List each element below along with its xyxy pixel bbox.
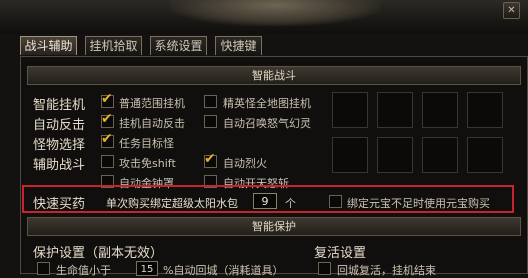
- skill-slot[interactable]: [467, 92, 503, 128]
- label-yuanbao-fallback: 绑定元宝不足时使用元宝购买: [347, 197, 490, 210]
- label-auto-fire: 自动烈火: [223, 157, 267, 170]
- row-label-auto-hang: 智能挂机: [33, 98, 86, 113]
- checkbox-yuanbao-fallback[interactable]: [329, 195, 342, 208]
- section-smart-combat: 智能战斗: [27, 66, 521, 85]
- label-task-target-monster: 任务目标怪: [119, 137, 174, 150]
- label-auto-summon-wrath: 自动召唤怒气幻灵: [223, 117, 311, 130]
- checkbox-elite-full-map-hang[interactable]: [204, 95, 217, 108]
- label-attack-no-shift: 攻击免shift: [119, 157, 176, 170]
- skill-slot[interactable]: [467, 137, 503, 173]
- section-smart-protect: 智能保护: [27, 217, 521, 236]
- checkbox-task-target-monster[interactable]: [101, 131, 114, 148]
- skill-slot[interactable]: [422, 137, 458, 173]
- tab-system-settings[interactable]: 系统设置: [150, 36, 207, 55]
- tab-pickup[interactable]: 挂机拾取: [85, 36, 142, 55]
- row-label-assist-combat: 辅助战斗: [33, 158, 86, 173]
- checkbox-attack-no-shift[interactable]: [101, 155, 114, 168]
- label-hp-below: 生命值小于: [56, 264, 111, 277]
- row-label-quick-buy: 快速买药: [33, 197, 86, 212]
- checkbox-hang-auto-counter[interactable]: [101, 111, 114, 128]
- checkbox-auto-summon-wrath[interactable]: [204, 115, 217, 128]
- row-label-monster-select: 怪物选择: [33, 138, 86, 153]
- tab-hotkeys[interactable]: 快捷键: [215, 36, 262, 55]
- skill-slot[interactable]: [332, 92, 368, 128]
- quick-buy-quantity-input[interactable]: 9: [253, 193, 277, 209]
- label-normal-range-hang: 普通范围挂机: [119, 97, 185, 110]
- label-hp-action: %自动回城（消耗道具）: [163, 264, 284, 277]
- checkbox-auto-fire[interactable]: [204, 151, 217, 168]
- tab-combat-assist[interactable]: 战斗辅助: [20, 36, 77, 55]
- label-hang-auto-counter: 挂机自动反击: [119, 117, 185, 130]
- skill-slot[interactable]: [377, 92, 413, 128]
- revive-settings-title: 复活设置: [314, 246, 367, 261]
- label-revive-return: 回城复活，挂机结束: [337, 264, 436, 277]
- skill-slot[interactable]: [377, 137, 413, 173]
- protect-settings-title: 保护设置（副本无效）: [33, 246, 164, 261]
- close-icon[interactable]: ✕: [503, 2, 520, 19]
- skill-slot[interactable]: [422, 92, 458, 128]
- skill-slot[interactable]: [332, 137, 368, 173]
- quick-buy-unit: 个: [285, 197, 296, 210]
- title-ornament: [170, 0, 380, 26]
- row-label-auto-counter: 自动反击: [33, 118, 86, 133]
- quick-buy-text: 单次购买绑定超级太阳水包: [106, 197, 238, 210]
- label-elite-full-map-hang: 精英怪全地图挂机: [223, 97, 311, 110]
- checkbox-normal-range-hang[interactable]: [101, 91, 114, 108]
- checkbox-revive-return[interactable]: [318, 262, 331, 275]
- checkbox-hp-below[interactable]: [37, 262, 50, 275]
